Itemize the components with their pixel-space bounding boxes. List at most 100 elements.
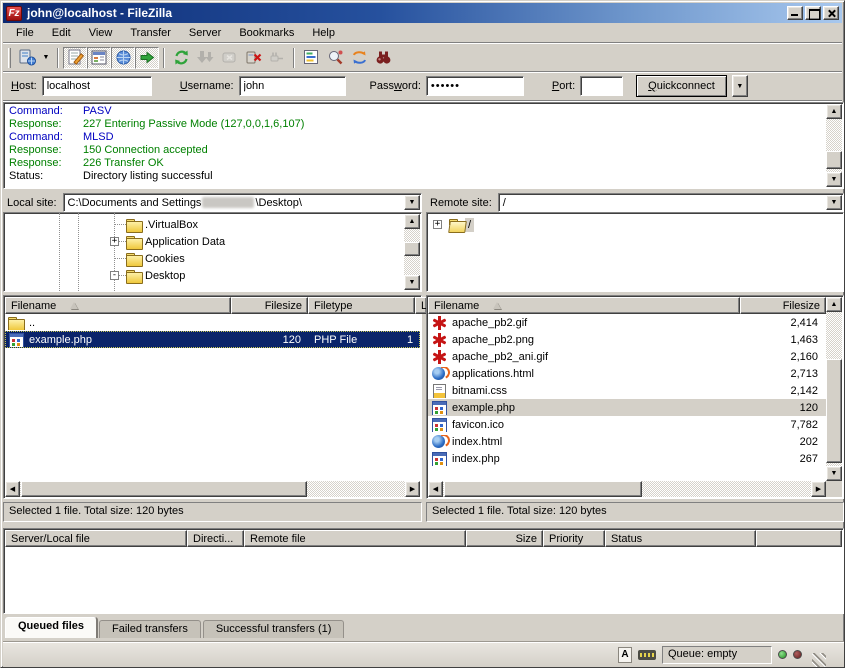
speed-limits-icon[interactable] bbox=[638, 650, 656, 660]
port-input[interactable] bbox=[580, 76, 623, 96]
scroll-down-button[interactable]: ▼ bbox=[826, 172, 842, 187]
file-row[interactable]: applications.html2,713 bbox=[428, 365, 826, 382]
tree-expander[interactable]: + bbox=[433, 220, 442, 229]
column-header-remote-file[interactable]: Remote file bbox=[244, 530, 466, 547]
column-header-filetype[interactable]: Filetype bbox=[308, 297, 415, 314]
file-row[interactable]: index.html202 bbox=[428, 433, 826, 450]
tree-item[interactable]: + Application Data bbox=[110, 233, 228, 250]
directory-listing-filters-button[interactable] bbox=[299, 47, 323, 69]
menu-view[interactable]: View bbox=[80, 25, 122, 42]
scroll-thumb[interactable] bbox=[21, 481, 307, 497]
tree-item[interactable]: + / bbox=[433, 216, 474, 233]
refresh-button[interactable] bbox=[169, 47, 193, 69]
file-row[interactable]: bitnami.css2,142 bbox=[428, 382, 826, 399]
menu-server[interactable]: Server bbox=[180, 25, 230, 42]
minimize-button[interactable] bbox=[787, 6, 803, 20]
toggle-remote-tree-button[interactable] bbox=[111, 47, 135, 69]
quickconnect-dropdown-button[interactable]: ▼ bbox=[732, 75, 748, 97]
log-scrollbar[interactable]: ▲ ▼ bbox=[826, 104, 842, 187]
scroll-left-button[interactable]: ◀ bbox=[428, 481, 443, 497]
remote-list-scrollbar[interactable]: ▲ ▼ bbox=[826, 297, 842, 481]
local-list-hscrollbar[interactable]: ◀ ▶ bbox=[5, 481, 420, 497]
toolbar-separator bbox=[293, 48, 295, 68]
remote-path-combobox[interactable]: / ▼ bbox=[498, 193, 844, 212]
file-row[interactable]: index.php267 bbox=[428, 450, 826, 467]
scroll-right-button[interactable]: ▶ bbox=[811, 481, 826, 497]
tree-expander[interactable]: + bbox=[110, 237, 119, 246]
username-input[interactable] bbox=[239, 76, 346, 96]
local-site-label: Local site: bbox=[3, 197, 63, 209]
reconnect-icon bbox=[268, 48, 287, 67]
disconnect-button[interactable] bbox=[241, 47, 265, 69]
cancel-icon bbox=[220, 48, 239, 67]
column-header-filename[interactable]: Filename bbox=[428, 297, 740, 314]
file-row[interactable]: example.php120 bbox=[428, 399, 826, 416]
scroll-thumb[interactable] bbox=[826, 359, 842, 463]
quickconnect-button[interactable]: Quickconnect bbox=[636, 75, 727, 97]
column-header-filesize[interactable]: Filesize bbox=[231, 297, 308, 314]
column-header-direction[interactable]: Directi... bbox=[187, 530, 244, 547]
scroll-thumb[interactable] bbox=[444, 481, 642, 497]
scroll-down-button[interactable]: ▼ bbox=[826, 466, 842, 481]
file-row[interactable]: favicon.ico7,782 bbox=[428, 416, 826, 433]
synchronized-browsing-button[interactable] bbox=[347, 47, 371, 69]
log-line: Command:PASV bbox=[9, 105, 823, 118]
file-row[interactable]: .. bbox=[5, 314, 420, 331]
toggle-message-log-button[interactable] bbox=[63, 47, 87, 69]
tab-failed-transfers[interactable]: Failed transfers bbox=[99, 620, 201, 638]
tree-item[interactable]: - Desktop bbox=[110, 267, 188, 284]
toggle-local-tree-button[interactable] bbox=[87, 47, 111, 69]
tree-item[interactable]: .VirtualBox bbox=[110, 216, 201, 233]
title-bar[interactable]: Fz john@localhost - FileZilla bbox=[3, 3, 842, 23]
combo-dropdown-button[interactable]: ▼ bbox=[826, 195, 842, 210]
menu-transfer[interactable]: Transfer bbox=[121, 25, 180, 42]
file-row[interactable]: apache_pb2.png1,463 bbox=[428, 331, 826, 348]
site-manager-dropdown-button[interactable]: ▼ bbox=[39, 47, 53, 69]
close-button[interactable] bbox=[823, 6, 839, 20]
quickconnect-bar: Host: Username: Password: Port: Quickcon… bbox=[3, 73, 842, 99]
remote-list-hscrollbar[interactable]: ◀ ▶ bbox=[428, 481, 826, 497]
menu-file[interactable]: File bbox=[7, 25, 43, 42]
scroll-up-button[interactable]: ▲ bbox=[826, 297, 842, 312]
column-header-filename[interactable]: Filename bbox=[5, 297, 231, 314]
scroll-down-button[interactable]: ▼ bbox=[404, 275, 420, 290]
local-tree-scrollbar[interactable]: ▲ ▼ bbox=[404, 214, 420, 290]
column-header-priority[interactable]: Priority bbox=[543, 530, 605, 547]
maximize-button[interactable] bbox=[805, 6, 821, 20]
menu-edit[interactable]: Edit bbox=[43, 25, 80, 42]
tree-item[interactable]: Cookies bbox=[110, 250, 188, 267]
menu-bookmarks[interactable]: Bookmarks bbox=[230, 25, 303, 42]
file-row[interactable]: apache_pb2_ani.gif2,160 bbox=[428, 348, 826, 365]
scroll-left-button[interactable]: ◀ bbox=[5, 481, 20, 497]
scroll-thumb[interactable] bbox=[826, 151, 842, 169]
column-header-blank bbox=[756, 530, 842, 547]
tab-successful-transfers[interactable]: Successful transfers (1) bbox=[203, 620, 345, 638]
scroll-up-button[interactable]: ▲ bbox=[826, 104, 842, 119]
combo-dropdown-button[interactable]: ▼ bbox=[404, 195, 420, 210]
log-line: Command:MLSD bbox=[9, 131, 823, 144]
scroll-thumb[interactable] bbox=[404, 242, 420, 256]
site-manager-button[interactable] bbox=[15, 47, 39, 69]
column-header-server-local-file[interactable]: Server/Local file bbox=[5, 530, 187, 547]
tab-queued-files[interactable]: Queued files bbox=[5, 617, 97, 638]
resize-grip[interactable] bbox=[812, 653, 826, 667]
scroll-right-button[interactable]: ▶ bbox=[405, 481, 420, 497]
local-path-combobox[interactable]: C:\Documents and Settings\Desktop\ ▼ bbox=[63, 193, 422, 212]
column-header-size[interactable]: Size bbox=[466, 530, 543, 547]
directory-comparison-button[interactable] bbox=[323, 47, 347, 69]
tree-item-label: Cookies bbox=[142, 252, 188, 266]
toggle-transfer-queue-button[interactable] bbox=[135, 47, 159, 69]
log-line: Response:227 Entering Passive Mode (127,… bbox=[9, 118, 823, 131]
find-files-button[interactable] bbox=[371, 47, 395, 69]
scroll-up-button[interactable]: ▲ bbox=[404, 214, 420, 229]
file-row[interactable]: example.php 120 PHP File 1 bbox=[5, 331, 420, 348]
column-header-status[interactable]: Status bbox=[605, 530, 756, 547]
tree-expander[interactable]: - bbox=[110, 271, 119, 280]
file-row[interactable]: apache_pb2.gif2,414 bbox=[428, 314, 826, 331]
column-header-filesize[interactable]: Filesize bbox=[740, 297, 826, 314]
password-input[interactable] bbox=[426, 76, 524, 96]
sort-ascending-icon bbox=[493, 302, 501, 309]
menu-help[interactable]: Help bbox=[303, 25, 344, 42]
transfer-queue-list[interactable] bbox=[5, 547, 842, 612]
host-input[interactable] bbox=[42, 76, 152, 96]
